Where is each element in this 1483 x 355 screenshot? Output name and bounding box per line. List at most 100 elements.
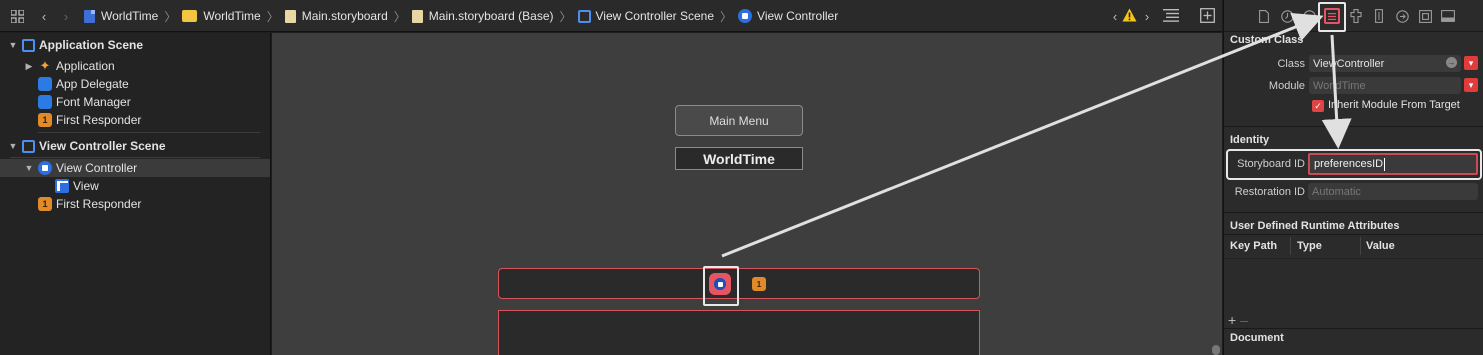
add-remove-controls: + – [1228,312,1248,328]
breadcrumb: WorldTime 〉 WorldTime 〉 Main.storyboard 〉 M… [84,0,838,32]
restoration-id-label: Restoration ID [1234,186,1305,198]
outline-vc-scene[interactable]: ▼ View Controller Scene [8,137,166,155]
folder-icon [182,10,198,22]
connections-inspector-icon[interactable] [1394,8,1410,24]
prev-issue-icon[interactable]: ‹ [1107,8,1123,24]
crumb-scene[interactable]: View Controller Scene 〉 [577,8,739,25]
disclosure-open-icon[interactable]: ▼ [8,40,18,50]
main-menu-button[interactable]: Main Menu [675,105,803,136]
worldtime-label[interactable]: WorldTime [675,147,803,170]
list-icon[interactable] [1163,9,1179,25]
scrollbar[interactable] [1212,345,1220,355]
add-icon[interactable]: + [1228,312,1236,328]
grid-icon[interactable] [9,8,25,24]
class-label: Class [1277,58,1305,70]
crumb-project[interactable]: WorldTime 〉 [84,8,182,25]
highlight-box [1318,2,1346,32]
disclosure-closed-icon[interactable]: ▶ [24,61,34,72]
module-dropdown-icon[interactable]: ▾ [1464,78,1478,92]
add-editor-icon[interactable] [1200,8,1215,26]
crumb-separator: 〉 [393,9,406,24]
arrow-circle-icon[interactable]: → [1446,57,1457,68]
application-icon: ✦ [39,58,51,73]
outline-item-app-delegate[interactable]: App Delegate [34,75,129,93]
inspector-tabs [1224,0,1483,32]
forward-chevron-icon[interactable]: › [58,8,74,24]
bindings-inspector-icon[interactable] [1417,8,1433,24]
outline-item-first-responder-2[interactable]: 1 First Responder [34,195,141,213]
storyboard-icon [411,9,423,23]
highlight-box [703,266,739,306]
help-inspector-icon[interactable] [1301,8,1317,24]
outline-divider [38,132,260,133]
crumb-folder[interactable]: WorldTime 〉 [182,8,284,25]
storyboard-icon [284,9,296,23]
section-divider [1224,212,1483,213]
view-controller-icon [38,161,52,175]
class-dropdown-icon[interactable]: ▾ [1464,56,1478,70]
scene-icon [577,9,591,23]
cube-icon [38,77,52,91]
next-issue-icon[interactable]: › [1139,8,1155,24]
back-chevron-icon[interactable]: ‹ [36,8,52,24]
column-separator [1290,237,1291,255]
view-effects-inspector-icon[interactable] [1440,8,1456,24]
column-type[interactable]: Type [1297,240,1322,252]
column-key-path[interactable]: Key Path [1230,240,1277,252]
view-icon [55,179,69,193]
size-inspector-icon[interactable] [1371,8,1387,24]
outline-item-view[interactable]: View [51,177,99,195]
history-inspector-icon[interactable] [1279,8,1295,24]
crumb-storyboard-base[interactable]: Main.storyboard (Base) 〉 [411,8,578,25]
outline-item-first-responder[interactable]: 1 First Responder [34,111,141,129]
column-separator [1360,237,1361,255]
crumb-separator: 〉 [720,9,733,24]
outline-item-font-manager[interactable]: Font Manager [34,93,131,111]
crumb-separator: 〉 [559,9,572,24]
first-responder-icon: 1 [38,113,52,127]
class-field[interactable]: ViewController [1309,55,1461,72]
scene-icon [22,38,35,52]
column-value[interactable]: Value [1366,240,1395,252]
text-cursor [1384,157,1386,171]
crumb-separator: 〉 [266,9,279,24]
table-divider [1224,258,1483,259]
section-divider [1224,328,1483,329]
disclosure-open-icon[interactable]: ▼ [24,163,34,173]
disclosure-open-icon[interactable]: ▼ [8,141,18,151]
remove-icon[interactable]: – [1240,312,1248,328]
first-responder-icon: 1 [38,197,52,211]
view-controller-view[interactable] [498,310,980,355]
storyboard-id-label: Storyboard ID [1237,158,1305,170]
crumb-separator: 〉 [164,9,177,24]
attributes-inspector-icon[interactable] [1348,8,1364,24]
outline-divider [10,157,260,158]
jump-bar: ‹ › WorldTime 〉 WorldTime 〉 Main.storyboar… [0,0,1222,32]
section-identity: Identity [1230,134,1270,146]
restoration-id-field[interactable]: Automatic [1308,183,1478,200]
scene-dock[interactable] [498,268,980,299]
outline-application-scene[interactable]: ▼ Application Scene [8,36,144,54]
table-divider [1224,234,1483,235]
module-field[interactable]: WorldTime [1309,77,1461,94]
warning-icon[interactable] [1122,8,1137,25]
storyboard-canvas[interactable]: Main Menu WorldTime 1 [272,33,1222,355]
project-icon [84,9,95,23]
first-responder-icon[interactable]: 1 [752,277,766,291]
outline-item-view-controller[interactable]: ▼ View Controller [0,159,270,177]
outline-item-application[interactable]: ▶ ✦ Application [24,57,115,75]
view-controller-icon [738,9,753,23]
file-inspector-icon[interactable] [1256,8,1272,24]
scene-icon [22,139,35,153]
crumb-view-controller[interactable]: View Controller [738,9,838,23]
module-label: Module [1268,80,1305,92]
inspector-panel: Custom Class Class ViewController → ▾ Mo… [1223,0,1483,355]
section-divider [1224,126,1483,127]
cube-icon [38,95,52,109]
document-outline: ▼ Application Scene ▶ ✦ Application App … [0,33,271,355]
inherit-module-checkbox[interactable]: ✓ [1312,100,1324,112]
storyboard-id-field[interactable]: preferencesID [1308,153,1478,175]
section-document: Document [1230,332,1284,344]
crumb-storyboard[interactable]: Main.storyboard 〉 [284,8,412,25]
section-udra: User Defined Runtime Attributes [1230,220,1400,232]
